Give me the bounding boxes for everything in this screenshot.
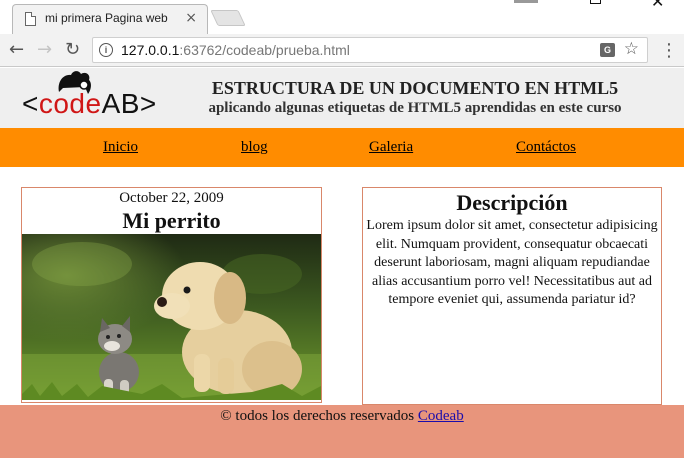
reload-icon[interactable]: ↻ <box>65 39 80 60</box>
browser-tabstrip: mi primera Pagina web × ✕ <box>0 0 684 34</box>
page-subtitle: aplicando algunas etiquetas de HTML5 apr… <box>208 100 622 116</box>
menu-icon[interactable]: ⋮ <box>660 40 678 61</box>
browser-tab[interactable]: mi primera Pagina web × <box>12 4 208 34</box>
nav-link-inicio[interactable]: Inicio <box>103 139 138 156</box>
footer-link-codeab[interactable]: Codeab <box>418 408 464 424</box>
address-bar[interactable]: i 127.0.0.1:63762/codeab/prueba.html G ☆ <box>92 37 648 63</box>
description-title: Descripción <box>456 190 568 215</box>
puppy-kitten-photo <box>22 234 321 400</box>
logo-text: <codeAB> <box>22 88 157 120</box>
footer-text: © todos los derechos reservados Codeab <box>0 408 684 425</box>
browser-toolbar: ← → ↻ i 127.0.0.1:63762/codeab/prueba.ht… <box>0 34 684 67</box>
nav-link-blog[interactable]: blog <box>241 139 268 156</box>
main-nav: Inicio blog Galeria Contáctos <box>0 128 684 167</box>
nav-link-galeria[interactable]: Galeria <box>369 139 413 156</box>
back-arrow-icon[interactable]: ← <box>9 39 24 60</box>
article-title: Mi perrito <box>122 208 221 233</box>
site-footer: © todos los derechos reservados Codeab <box>0 405 684 458</box>
article-date: October 22, 2009 <box>119 190 224 206</box>
maximize-window-button[interactable] <box>590 0 601 4</box>
page-title: ESTRUCTURA DE UN DOCUMENTO EN HTML5 <box>211 78 619 98</box>
forward-arrow-icon[interactable]: → <box>37 39 52 60</box>
description-box: Descripción Lorem ipsum dolor sit amet, … <box>362 187 662 405</box>
url-text[interactable]: 127.0.0.1:63762/codeab/prueba.html <box>121 42 350 58</box>
logo-code: code <box>38 88 102 119</box>
minimize-window-button[interactable] <box>514 0 538 3</box>
codeab-logo: <codeAB> <box>20 70 180 126</box>
close-tab-icon[interactable]: × <box>185 10 197 26</box>
url-path: :63762/codeab/prueba.html <box>179 42 350 58</box>
article-card: October 22, 2009 Mi perrito <box>21 187 322 403</box>
bookmark-star-icon[interactable]: ☆ <box>624 39 639 59</box>
url-host: 127.0.0.1 <box>121 42 180 58</box>
description-text: Lorem ipsum dolor sit amet, consectetur … <box>366 218 658 307</box>
info-icon[interactable]: i <box>99 43 113 57</box>
page-icon <box>25 12 36 26</box>
close-window-button[interactable]: ✕ <box>651 0 664 11</box>
site-header: <codeAB> ESTRUCTURA DE UN DOCUMENTO EN H… <box>0 68 684 128</box>
nav-link-contactos[interactable]: Contáctos <box>516 139 576 156</box>
copyright-text: © todos los derechos reservados <box>220 408 415 424</box>
new-tab-button[interactable] <box>210 10 246 26</box>
tab-title: mi primera Pagina web <box>45 11 168 25</box>
translate-icon[interactable]: G <box>600 43 615 57</box>
logo-suffix: AB> <box>101 88 157 119</box>
logo-prefix: < <box>22 88 39 119</box>
